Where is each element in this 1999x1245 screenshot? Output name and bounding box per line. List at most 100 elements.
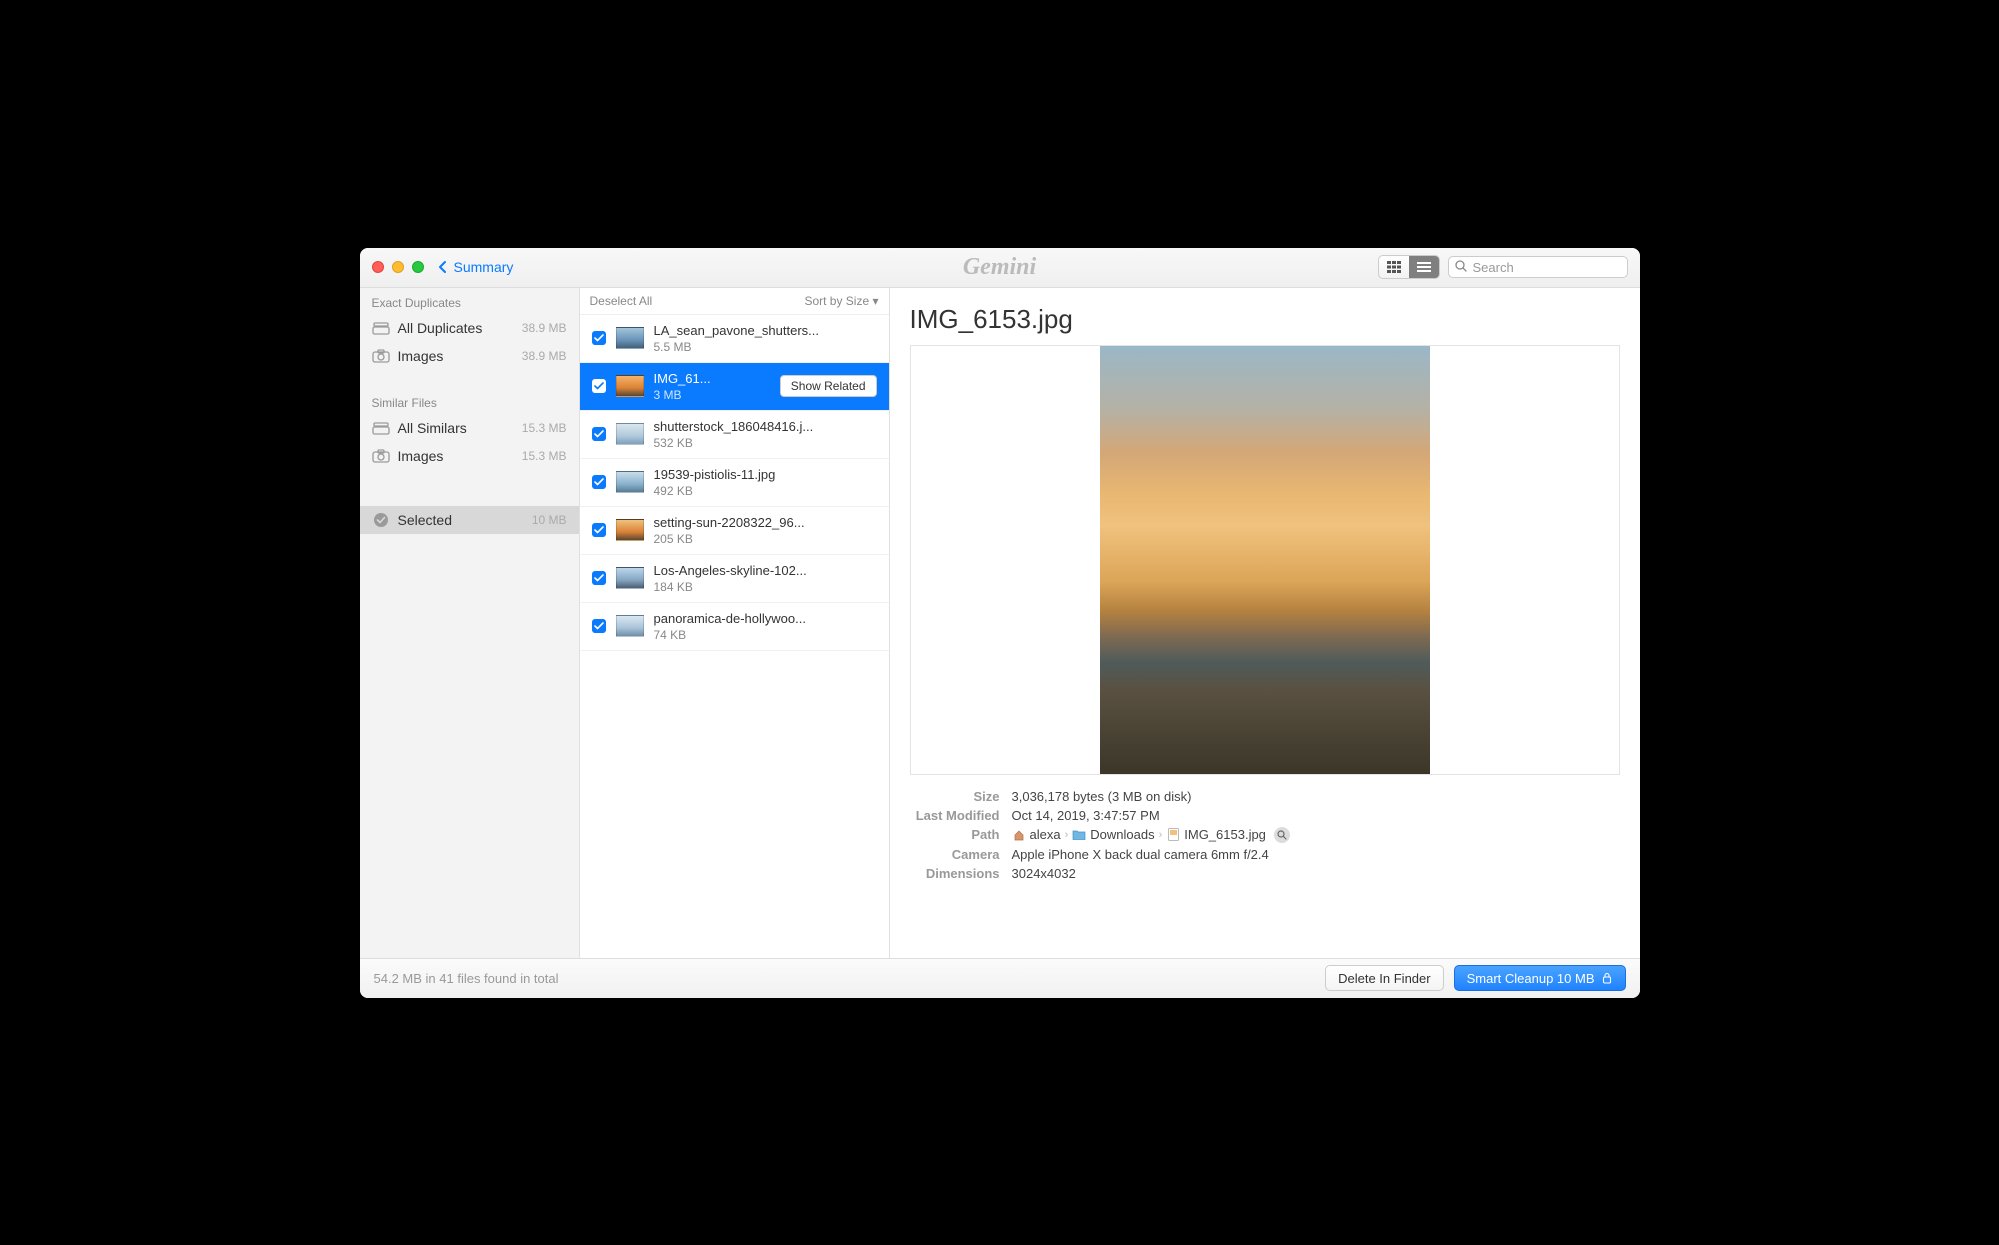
file-size: 74 KB [654, 628, 877, 642]
file-checkbox[interactable] [592, 427, 606, 441]
minimize-window-button[interactable] [392, 261, 404, 273]
file-name: setting-sun-2208322_96... [654, 515, 877, 530]
file-text: panoramica-de-hollywoo... 74 KB [654, 611, 877, 642]
toolbar-right [1378, 255, 1628, 279]
preview-panel: IMG_6153.jpg Size 3,036,178 bytes (3 MB … [890, 288, 1640, 958]
sidebar-item-all-duplicates[interactable]: All Duplicates 38.9 MB [360, 314, 579, 342]
path-file: IMG_6153.jpg [1184, 827, 1266, 842]
fullscreen-window-button[interactable] [412, 261, 424, 273]
file-row[interactable]: 19539-pistiolis-11.jpg 492 KB [580, 459, 889, 507]
sidebar-item-all-similars[interactable]: All Similars 15.3 MB [360, 414, 579, 442]
sidebar-item-label: Selected [398, 512, 524, 528]
sidebar-item-selected[interactable]: Selected 10 MB [360, 506, 579, 534]
file-size: 532 KB [654, 436, 877, 450]
footer: 54.2 MB in 41 files found in total Delet… [360, 958, 1640, 998]
file-row[interactable]: LA_sean_pavone_shutters... 5.5 MB [580, 315, 889, 363]
file-thumbnail [616, 567, 644, 589]
file-thumbnail [616, 615, 644, 637]
file-size: 5.5 MB [654, 340, 877, 354]
show-related-button[interactable]: Show Related [780, 375, 877, 397]
sidebar-item-label: Images [398, 448, 514, 464]
file-checkbox[interactable] [592, 379, 606, 393]
file-thumbnail [616, 519, 644, 541]
camera-icon [372, 349, 390, 363]
file-row-selected[interactable]: IMG_61... 3 MB Show Related [580, 363, 889, 411]
titlebar: Summary Gemini [360, 248, 1640, 288]
path-user: alexa [1030, 827, 1061, 842]
deselect-all-button[interactable]: Deselect All [590, 294, 653, 308]
search-icon [1455, 260, 1467, 275]
camera-icon [372, 449, 390, 463]
file-row[interactable]: shutterstock_186048416.j... 532 KB [580, 411, 889, 459]
sidebar-item-images-exact[interactable]: Images 38.9 MB [360, 342, 579, 370]
search-box[interactable] [1448, 256, 1628, 278]
file-row[interactable]: panoramica-de-hollywoo... 74 KB [580, 603, 889, 651]
file-size: 184 KB [654, 580, 877, 594]
delete-in-finder-button[interactable]: Delete In Finder [1325, 965, 1444, 991]
path-folder: Downloads [1090, 827, 1154, 842]
file-checkbox[interactable] [592, 619, 606, 633]
grid-icon [1387, 261, 1401, 273]
file-name: shutterstock_186048416.j... [654, 419, 877, 434]
back-to-summary-button[interactable]: Summary [438, 259, 514, 275]
file-checkbox[interactable] [592, 475, 606, 489]
chevron-left-icon [438, 260, 448, 274]
footer-actions: Delete In Finder Smart Cleanup 10 MB [1325, 965, 1625, 991]
image-file-icon [1166, 829, 1180, 841]
home-icon [1012, 829, 1026, 841]
sidebar-item-badge: 10 MB [532, 513, 567, 527]
file-checkbox[interactable] [592, 523, 606, 537]
sidebar-item-label: All Duplicates [398, 320, 514, 336]
chevron-right-icon: › [1159, 829, 1163, 841]
file-name: 19539-pistiolis-11.jpg [654, 467, 877, 482]
file-size: 492 KB [654, 484, 877, 498]
file-text: setting-sun-2208322_96... 205 KB [654, 515, 877, 546]
main-body: Exact Duplicates All Duplicates 38.9 MB … [360, 288, 1640, 958]
button-label: Smart Cleanup 10 MB [1467, 971, 1595, 986]
sidebar-item-badge: 15.3 MB [522, 421, 567, 435]
preview-image-container[interactable] [910, 345, 1620, 775]
preview-metadata: Size 3,036,178 bytes (3 MB on disk) Last… [890, 775, 1640, 881]
meta-path-label: Path [910, 827, 1000, 843]
meta-dimensions-value: 3024x4032 [1012, 866, 1620, 881]
view-mode-toggle [1378, 255, 1440, 279]
sidebar-section-exact-title: Exact Duplicates [360, 288, 579, 314]
sidebar-item-badge: 38.9 MB [522, 321, 567, 335]
sidebar-item-label: Images [398, 348, 514, 364]
file-name: panoramica-de-hollywoo... [654, 611, 877, 626]
smart-cleanup-button[interactable]: Smart Cleanup 10 MB [1454, 965, 1626, 991]
close-window-button[interactable] [372, 261, 384, 273]
file-checkbox[interactable] [592, 571, 606, 585]
sidebar-item-badge: 38.9 MB [522, 349, 567, 363]
traffic-lights [372, 261, 424, 273]
file-thumbnail [616, 327, 644, 349]
meta-camera-value: Apple iPhone X back dual camera 6mm f/2.… [1012, 847, 1620, 862]
meta-modified-value: Oct 14, 2019, 3:47:57 PM [1012, 808, 1620, 823]
grid-view-button[interactable] [1379, 256, 1409, 278]
meta-path-value[interactable]: alexa › Downloads › IMG_6153.jpg [1012, 827, 1620, 843]
file-name: IMG_61... [654, 371, 770, 386]
file-size: 205 KB [654, 532, 877, 546]
list-view-button[interactable] [1409, 256, 1439, 278]
footer-status: 54.2 MB in 41 files found in total [374, 971, 559, 986]
sidebar-item-label: All Similars [398, 420, 514, 436]
file-thumbnail [616, 375, 644, 397]
sort-by-size-button[interactable]: Sort by Size ▾ [804, 294, 878, 308]
sidebar-item-images-similar[interactable]: Images 15.3 MB [360, 442, 579, 470]
stack-icon [372, 421, 390, 435]
back-label: Summary [454, 259, 514, 275]
file-list-panel: Deselect All Sort by Size ▾ LA_sean_pavo… [580, 288, 890, 958]
file-row[interactable]: Los-Angeles-skyline-102... 184 KB [580, 555, 889, 603]
file-thumbnail [616, 471, 644, 493]
checkmark-circle-icon [372, 513, 390, 527]
file-checkbox[interactable] [592, 331, 606, 345]
stack-icon [372, 321, 390, 335]
file-row[interactable]: setting-sun-2208322_96... 205 KB [580, 507, 889, 555]
meta-modified-label: Last Modified [910, 808, 1000, 823]
meta-dimensions-label: Dimensions [910, 866, 1000, 881]
meta-size-value: 3,036,178 bytes (3 MB on disk) [1012, 789, 1620, 804]
meta-size-label: Size [910, 789, 1000, 804]
file-list[interactable]: LA_sean_pavone_shutters... 5.5 MB IMG_61… [580, 315, 889, 958]
reveal-in-finder-button[interactable] [1274, 827, 1290, 843]
search-input[interactable] [1473, 260, 1640, 275]
